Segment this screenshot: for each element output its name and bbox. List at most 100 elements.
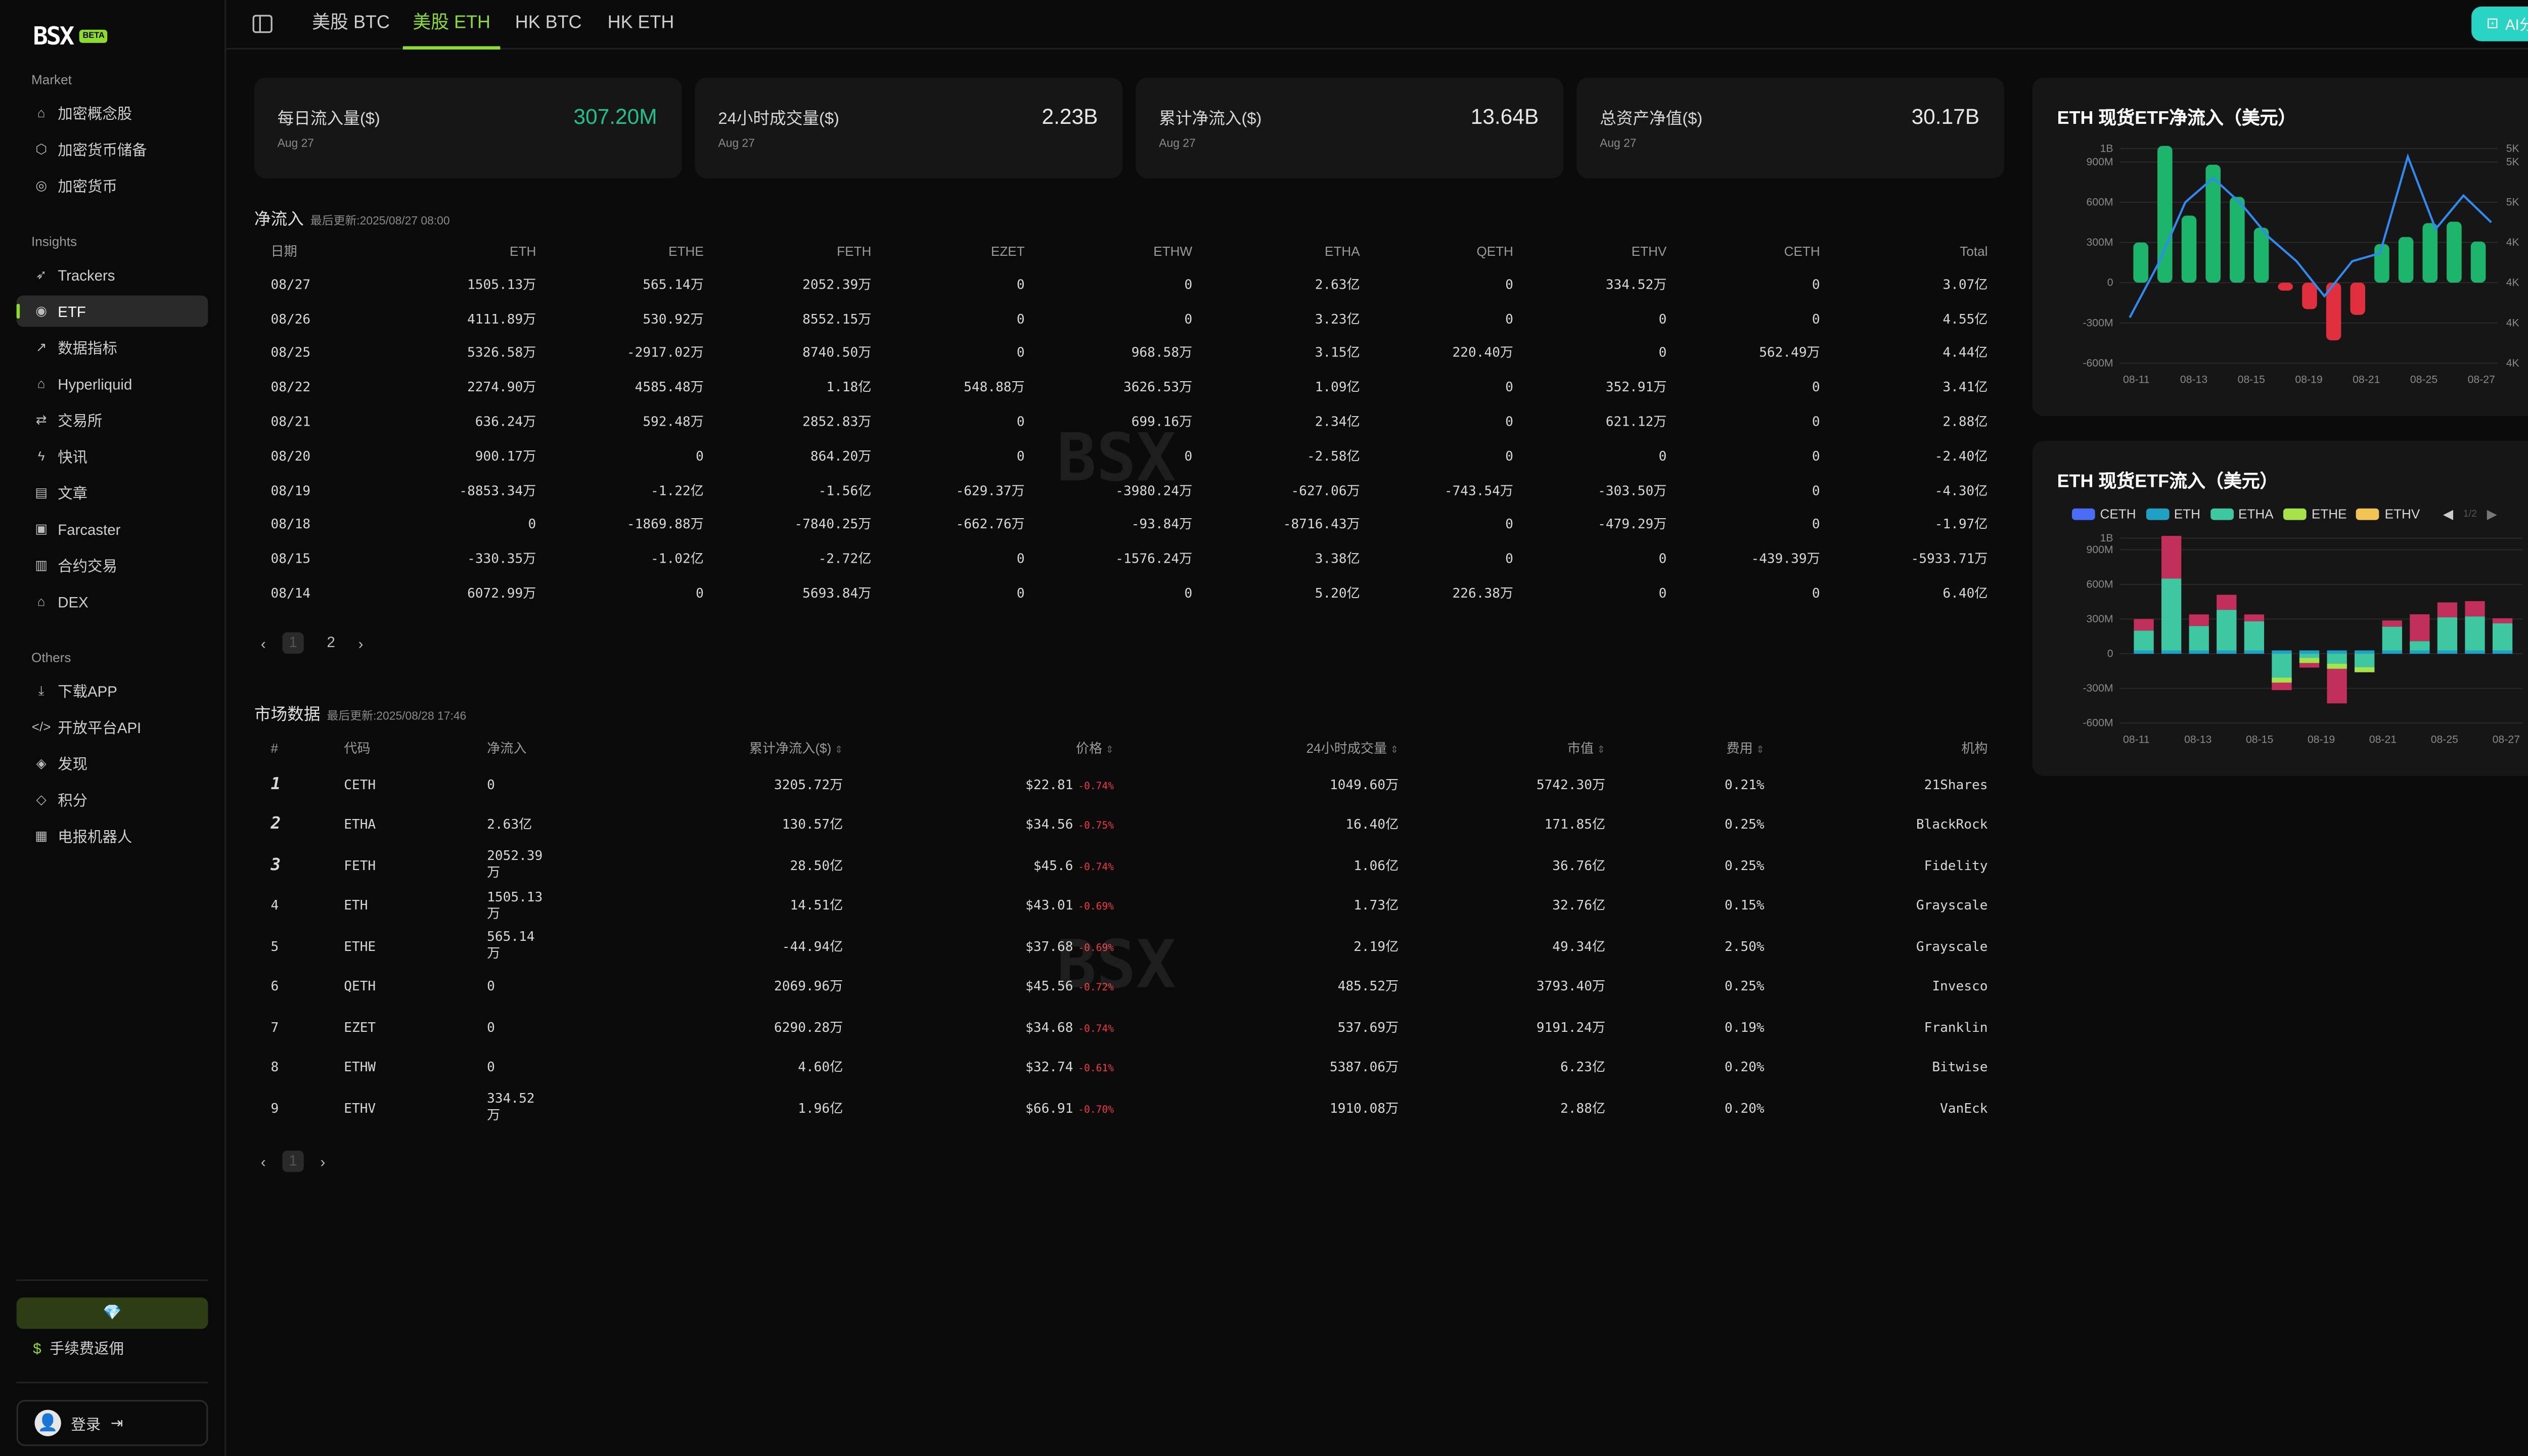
etha-bar-segment[interactable] (2382, 626, 2402, 654)
sidebar-item-hyperliquid[interactable]: ⌂ Hyperliquid (17, 368, 208, 399)
table-row[interactable]: 4 ETH 1505.13万 14.51亿 $43.01 -0.69% 1.73亿 32.76… (254, 886, 2004, 926)
column-header[interactable]: 24小时成交量 ⇕ (1131, 732, 1415, 764)
column-header[interactable]: 价格 ⇕ (860, 732, 1131, 764)
next-page-icon[interactable]: › (358, 635, 364, 652)
prev-page-icon[interactable]: ‹ (261, 635, 266, 652)
page-1[interactable]: 1 (282, 632, 304, 654)
sidebar-item-exchanges[interactable]: ⇄ 交易所 (17, 404, 208, 436)
tab-us-eth[interactable]: 美股 ETH (402, 0, 501, 50)
sidebar-item-crypto-stocks[interactable]: ⌂ 加密概念股 (17, 98, 208, 129)
sidebar-item-articles[interactable]: ▤ 文章 (17, 477, 208, 509)
sort-icon[interactable]: ⇕ (1106, 745, 1114, 755)
rebate-link[interactable]: $ 手续费返佣 (33, 1337, 124, 1358)
eth-bar-segment[interactable] (2272, 650, 2292, 654)
sidebar-item-news[interactable]: ϟ 快讯 (17, 441, 208, 472)
page-2[interactable]: 2 (320, 632, 341, 654)
sidebar-item-points[interactable]: ◇ 积分 (17, 784, 208, 815)
other-bar-segment[interactable] (2410, 614, 2430, 642)
eth-bar-segment[interactable] (2492, 650, 2513, 654)
other-bar-segment[interactable] (2244, 614, 2265, 622)
other-bar-segment[interactable] (2327, 668, 2347, 704)
table-row[interactable]: 3 FETH 2052.39万 28.50亿 $45.6 -0.74% 1.06亿 36.76… (254, 845, 2004, 886)
sidebar-item-download[interactable]: ⤓ 下载APP (17, 675, 208, 707)
eth-bar-segment[interactable] (2244, 650, 2265, 654)
eth-bar-segment[interactable] (2355, 650, 2375, 654)
eth-bar-segment[interactable] (2382, 650, 2402, 654)
etha-bar-segment[interactable] (2492, 623, 2513, 654)
ethe-bar-segment[interactable] (2299, 658, 2320, 663)
etha-bar-segment[interactable] (2217, 610, 2237, 654)
tab-us-btc[interactable]: 美股 BTC (302, 0, 400, 46)
eth-bar-segment[interactable] (2189, 650, 2209, 654)
promo-banner[interactable]: 💎 (16, 1297, 208, 1329)
sidebar-item-crypto-reserves[interactable]: ⬡ 加密货币储备 (17, 133, 208, 165)
etha-bar-segment[interactable] (2465, 616, 2485, 654)
eth-bar-segment[interactable] (2327, 650, 2347, 654)
sidebar-item-futures[interactable]: ▥ 合约交易 (17, 550, 208, 581)
eth-bar-segment[interactable] (2299, 650, 2320, 654)
sidebar-item-crypto[interactable]: ◎ 加密货币 (17, 170, 208, 201)
other-bar-segment[interactable] (2437, 602, 2458, 618)
eth-bar-segment[interactable] (2437, 650, 2458, 654)
etha-bar-segment[interactable] (2134, 630, 2154, 654)
net-flow-bar[interactable] (2302, 283, 2317, 309)
column-header[interactable]: 市值 ⇕ (1415, 732, 1622, 764)
eth-bar-segment[interactable] (2161, 650, 2182, 654)
prev-page-icon[interactable]: ‹ (261, 1153, 266, 1170)
sort-icon[interactable]: ⇕ (1756, 745, 1764, 755)
ethe-bar-segment[interactable] (2272, 677, 2292, 683)
sidebar-item-api[interactable]: </> 开放平台API (17, 711, 208, 743)
sidebar-toggle-icon[interactable] (252, 15, 273, 33)
sidebar-item-trackers[interactable]: ➶ Trackers (17, 259, 208, 291)
net-flow-bar[interactable] (2181, 215, 2197, 283)
table-row[interactable]: 7 EZET 0 6290.28万 $34.68 -0.74% 537.69万 9191.24… (254, 1007, 2004, 1048)
sidebar-item-dex[interactable]: ⌂ DEX (17, 586, 208, 617)
net-flow-bar[interactable] (2133, 242, 2148, 283)
next-page-icon[interactable]: › (320, 1153, 325, 1170)
table-row[interactable]: 9 ETHV 334.52万 1.96亿 $66.91 -0.70% 1910.08万 2.8… (254, 1088, 2004, 1128)
sidebar-item-telegram-bot[interactable]: ▦ 电报机器人 (17, 821, 208, 852)
etha-bar-segment[interactable] (2161, 578, 2182, 654)
table-row[interactable]: 2 ETHA 2.63亿 130.57亿 $34.56 -0.75% 16.40亿 171.8… (254, 805, 2004, 845)
other-bar-segment[interactable] (2299, 663, 2320, 668)
other-bar-segment[interactable] (2465, 601, 2485, 617)
other-bar-segment[interactable] (2217, 595, 2237, 610)
eth-bar-segment[interactable] (2465, 650, 2485, 654)
other-bar-segment[interactable] (2492, 618, 2513, 623)
etha-bar-segment[interactable] (2189, 626, 2209, 654)
net-flow-bar[interactable] (2470, 241, 2486, 283)
other-bar-segment[interactable] (2272, 682, 2292, 691)
login-button[interactable]: 👤 登录 ⇥ (16, 1399, 208, 1446)
column-header[interactable]: 费用 ⇕ (1622, 732, 1781, 764)
table-row[interactable]: 6 QETH 0 2069.96万 $45.56 -0.72% 485.52万 3793.40… (254, 967, 2004, 1007)
etha-bar-segment[interactable] (2437, 617, 2458, 654)
tab-hk-btc[interactable]: HK BTC (505, 0, 592, 46)
eth-bar-segment[interactable] (2410, 650, 2430, 654)
net-flow-bar[interactable] (2447, 221, 2462, 283)
etha-bar-segment[interactable] (2244, 621, 2265, 654)
sort-icon[interactable]: ⇕ (1390, 745, 1398, 755)
net-flow-bar[interactable] (2398, 237, 2414, 283)
ethe-bar-segment[interactable] (2327, 663, 2347, 669)
tab-hk-eth[interactable]: HK ETH (598, 0, 684, 46)
sidebar-item-discover[interactable]: ◈ 发现 (17, 748, 208, 779)
logo[interactable]: BSX BETA (33, 21, 108, 51)
table-row[interactable]: 1 CETH 0 3205.72万 $22.81 -0.74% 1049.60万 5742.3… (254, 764, 2004, 805)
net-flow-bar[interactable] (2350, 283, 2366, 315)
other-bar-segment[interactable] (2161, 535, 2182, 579)
net-flow-bar[interactable] (2278, 283, 2293, 291)
sort-icon[interactable]: ⇕ (1597, 745, 1605, 755)
other-bar-segment[interactable] (2189, 614, 2209, 626)
ethe-bar-segment[interactable] (2355, 667, 2375, 672)
table-row[interactable]: 8 ETHW 0 4.60亿 $32.74 -0.61% 5387.06万 6.23亿 0.20… (254, 1048, 2004, 1088)
eth-bar-segment[interactable] (2134, 650, 2154, 654)
sort-icon[interactable]: ⇕ (835, 745, 843, 755)
net-flow-bar[interactable] (2230, 197, 2245, 283)
column-header[interactable]: 累计净流入($) ⇕ (559, 732, 860, 764)
table-row[interactable]: 5 ETHE 565.14万 -44.94亿 $37.68 -0.69% 2.19亿 49.3… (254, 926, 2004, 967)
other-bar-segment[interactable] (2382, 620, 2402, 627)
ai-analysis-button[interactable]: ⊡ AI分析 (2471, 7, 2528, 41)
page-1[interactable]: 1 (282, 1150, 304, 1172)
sidebar-item-metrics[interactable]: ↗ 数据指标 (17, 332, 208, 363)
sidebar-item-farcaster[interactable]: ▣ Farcaster (17, 514, 208, 545)
